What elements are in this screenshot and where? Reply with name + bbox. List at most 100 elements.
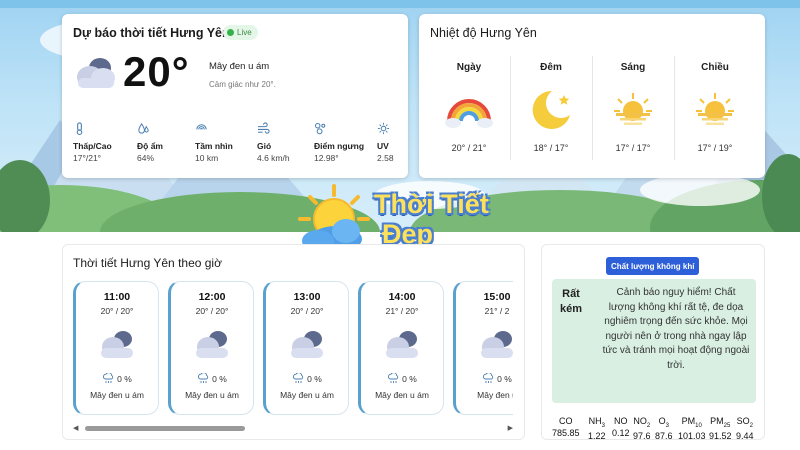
period-name: Sáng bbox=[620, 62, 646, 73]
pollutant-subscript: 10 bbox=[695, 422, 702, 429]
pollutant-o3: O3 87.6 bbox=[655, 416, 673, 441]
period-day: Ngày 20° / 21° bbox=[429, 50, 509, 168]
rain-cloud-icon bbox=[103, 373, 114, 383]
air-quality-badge: Chất lượng không khí bbox=[606, 257, 700, 275]
hour-card[interactable]: 13:00 20° / 20° 0 % Mây đen u ám bbox=[263, 281, 349, 415]
horizontal-scrollbar[interactable]: ◀ ▶ bbox=[73, 424, 513, 432]
pollutant-subscript: 2 bbox=[646, 422, 651, 429]
hour-precipitation: 0 % bbox=[76, 373, 158, 384]
pollutant-value: 101.03 bbox=[678, 430, 706, 441]
pollutant-value: 9.44 bbox=[736, 430, 754, 441]
hour-time: 12:00 bbox=[198, 291, 226, 303]
hour-time: 14:00 bbox=[388, 291, 416, 303]
metric-label: Điểm ngưng bbox=[314, 141, 365, 151]
humidity-icon bbox=[138, 122, 149, 134]
pollutant-value: 91.52 bbox=[709, 430, 732, 441]
precip-value: 0 % bbox=[212, 373, 227, 384]
pollutant-subscript: 3 bbox=[601, 422, 605, 429]
pollutant-name: NO bbox=[633, 416, 647, 426]
pollutant-no: NO 0.12 bbox=[612, 416, 630, 438]
temperature-card: Nhiệt độ Hưng Yên Ngày 20° / 21° Đêm 18°… bbox=[419, 14, 765, 178]
metric-low-high: Thấp/Cao 17°/21° bbox=[73, 122, 133, 163]
uv-icon bbox=[377, 122, 390, 135]
metric-label: Thấp/Cao bbox=[73, 141, 112, 151]
pollutant-value: 1.22 bbox=[588, 430, 606, 441]
hourly-forecast-title: Thời tiết Hưng Yên theo giờ bbox=[73, 256, 222, 270]
metric-value: 10 km bbox=[195, 153, 219, 163]
scroll-right-icon[interactable]: ▶ bbox=[508, 424, 513, 432]
precip-value: 0 % bbox=[497, 373, 512, 384]
hour-description: Mây đen u bbox=[477, 390, 513, 400]
precip-value: 0 % bbox=[402, 373, 417, 384]
wind-icon bbox=[257, 122, 270, 134]
thermometer-icon bbox=[76, 122, 83, 135]
hour-precipitation: 0 % bbox=[361, 373, 443, 384]
hour-range: 20° / 20° bbox=[100, 306, 134, 316]
hour-card[interactable]: 11:00 20° / 20° 0 % Mây đen u ám bbox=[73, 281, 159, 415]
rain-cloud-icon bbox=[198, 373, 209, 383]
pollutant-nh3: NH3 1.22 bbox=[588, 416, 606, 441]
hour-range: 20° / 20° bbox=[290, 306, 324, 316]
scrollbar-thumb[interactable] bbox=[85, 426, 245, 431]
current-temperature: 20° bbox=[123, 48, 190, 95]
period-name: Chiều bbox=[701, 62, 729, 73]
rain-cloud-icon bbox=[293, 373, 304, 383]
hour-card[interactable]: 12:00 20° / 20° 0 % Mây đen u ám bbox=[168, 281, 254, 415]
period-morning: Sáng 17° / 17° bbox=[593, 50, 673, 168]
sunrise-icon bbox=[614, 93, 652, 125]
top-strip bbox=[0, 0, 800, 8]
period-value: 17° / 19° bbox=[697, 143, 733, 153]
metric-label: Gió bbox=[257, 141, 272, 151]
hour-time: 11:00 bbox=[103, 291, 131, 303]
live-label: Live bbox=[237, 28, 252, 37]
logo-text-line1: Thời Tiết bbox=[374, 189, 489, 219]
pollutant-subscript: 3 bbox=[665, 422, 669, 429]
air-quality-level: Rất kém bbox=[559, 288, 583, 315]
pollutant-name: CO bbox=[559, 416, 573, 426]
pollutant-value: 785.85 bbox=[552, 428, 580, 438]
rainbow-icon bbox=[445, 99, 493, 128]
hour-description: Mây đen u ám bbox=[185, 390, 239, 400]
metric-wind: Gió 4.6 km/h bbox=[257, 122, 317, 163]
cloudy-icon bbox=[77, 58, 115, 88]
hourly-scroll-track[interactable]: 11:00 20° / 20° 0 % Mây đen u ám 12:00 2… bbox=[73, 281, 513, 415]
weather-description: Mây đen u ám bbox=[209, 61, 270, 72]
temperature-card-title: Nhiệt độ Hưng Yên bbox=[430, 26, 537, 40]
hour-time: 15:00 bbox=[483, 291, 511, 303]
pollutant-value: 97.6 bbox=[633, 430, 651, 441]
visibility-icon bbox=[196, 124, 207, 130]
pollutant-pm25: PM25 91.52 bbox=[709, 416, 732, 441]
cloudy-icon bbox=[481, 331, 513, 358]
metric-value: 4.6 km/h bbox=[257, 153, 290, 163]
hour-time: 13:00 bbox=[293, 291, 321, 303]
pollutant-co: CO 785.85 bbox=[552, 416, 580, 438]
hour-description: Mây đen u ám bbox=[375, 390, 429, 400]
pollutant-pm10: PM10 101.03 bbox=[678, 416, 706, 441]
hour-description: Mây đen u ám bbox=[280, 390, 334, 400]
period-value: 17° / 17° bbox=[615, 143, 651, 153]
metric-value: 17°/21° bbox=[73, 153, 102, 163]
scroll-left-icon[interactable]: ◀ bbox=[73, 424, 78, 432]
moon-icon bbox=[532, 90, 570, 129]
cloudy-icon bbox=[196, 331, 228, 358]
period-value: 18° / 17° bbox=[533, 143, 569, 153]
pollutant-name: PM bbox=[710, 416, 724, 426]
hour-card[interactable]: 15:00 21° / 2 0 % Mây đen u bbox=[453, 281, 513, 415]
hour-range: 21° / 20° bbox=[385, 306, 419, 316]
hour-card[interactable]: 14:00 21° / 20° 0 % Mây đen u ám bbox=[358, 281, 444, 415]
pollutant-subscript: 25 bbox=[723, 422, 731, 429]
metric-visibility: Tầm nhìn 10 km bbox=[195, 122, 255, 163]
pollutant-list: CO 785.85 NH3 1.22 NO 0.12 NO2 97.6 O3 8… bbox=[552, 416, 758, 441]
metric-label: Tầm nhìn bbox=[195, 141, 233, 151]
pollutant-so2: SO2 9.44 bbox=[736, 416, 754, 441]
hour-precipitation: 0 % bbox=[456, 373, 513, 384]
pollutant-subscript: 2 bbox=[749, 422, 753, 429]
live-dot-icon bbox=[227, 29, 234, 36]
precip-value: 0 % bbox=[307, 373, 322, 384]
hour-precipitation: 0 % bbox=[266, 373, 348, 384]
metric-value: 12.98° bbox=[314, 153, 339, 163]
pollutant-name: O bbox=[658, 416, 666, 426]
period-name: Đêm bbox=[540, 62, 562, 73]
metric-humidity: Độ ẩm 64% bbox=[137, 122, 197, 163]
period-night: Đêm 18° / 17° bbox=[511, 50, 591, 168]
